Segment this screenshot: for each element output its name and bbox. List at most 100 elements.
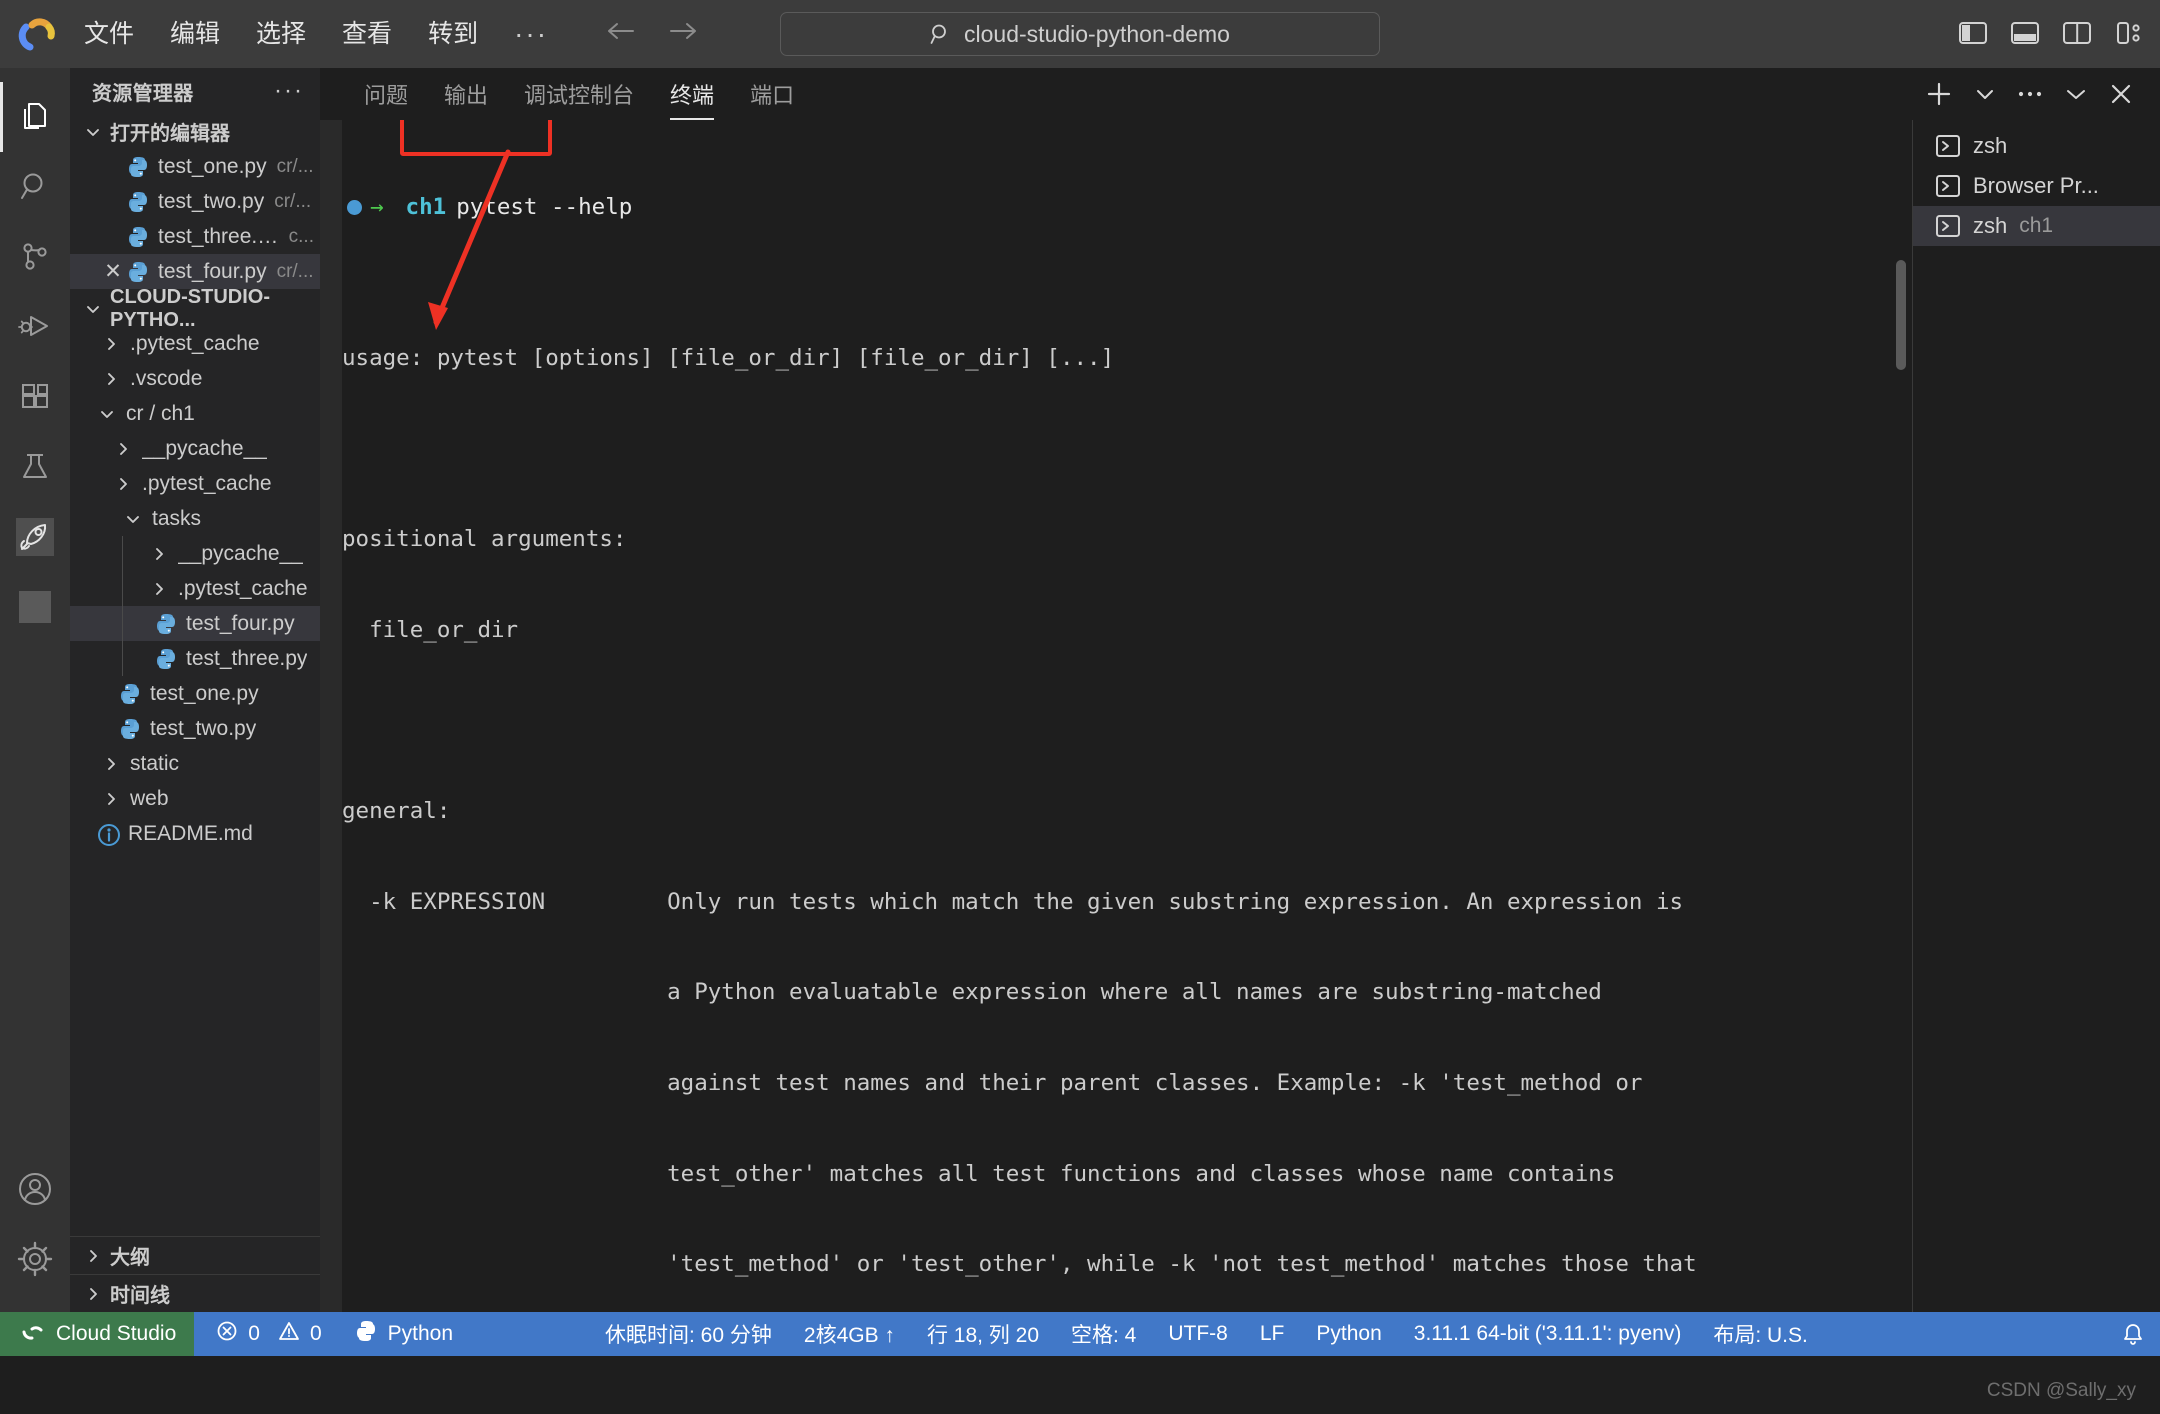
terminal-tab-zsh-ch1[interactable]: zsh ch1 — [1913, 206, 2160, 246]
tree-item-test-three-py[interactable]: test_three.py — [70, 641, 320, 676]
status-language-mode[interactable]: Python — [1300, 1312, 1397, 1356]
open-editors-section-header[interactable]: 打开的编辑器 — [70, 114, 320, 149]
panel-action-bar — [1924, 79, 2160, 109]
tree-item-label: test_four.py — [186, 611, 295, 635]
command-search-bar[interactable]: cloud-studio-python-demo — [780, 12, 1380, 56]
terminal-tab-browser-preview[interactable]: Browser Pr... — [1913, 166, 2160, 206]
status-problems[interactable]: 0 0 — [194, 1312, 337, 1356]
tree-item-test-four-py[interactable]: test_four.py — [70, 606, 320, 641]
panel-tab-bar: 问题 输出 调试控制台 终端 端口 — [320, 68, 2160, 120]
status-interpreter[interactable]: Python — [338, 1312, 469, 1356]
open-editor-path: cr/... — [274, 190, 312, 212]
activity-item-accounts[interactable] — [0, 1154, 70, 1224]
activity-item-deploy[interactable] — [0, 502, 70, 572]
tree-item-web[interactable]: web — [70, 781, 320, 816]
customize-layout-icon[interactable] — [2114, 20, 2144, 48]
tab-terminal[interactable]: 终端 — [652, 68, 732, 120]
toggle-primary-sidebar-icon[interactable] — [1958, 20, 1988, 48]
sidebar-item-timeline[interactable]: 时间线 — [70, 1274, 320, 1312]
open-editor-item-test-three[interactable]: test_three.py c... — [70, 219, 320, 254]
chevron-right-icon — [100, 371, 122, 387]
status-eol[interactable]: LF — [1244, 1312, 1301, 1356]
status-notifications[interactable] — [2106, 1312, 2160, 1356]
tree-item-static[interactable]: static — [70, 746, 320, 781]
menu-bar: 文件 编辑 选择 查看 转到 ··· — [80, 16, 552, 53]
tree-item-vscode[interactable]: .vscode — [70, 361, 320, 396]
status-encoding[interactable]: UTF-8 — [1152, 1312, 1244, 1356]
terminal-output[interactable]: → ch1 pytest --help usage: pytest [optio… — [320, 120, 1912, 1312]
new-terminal-icon[interactable] — [1924, 79, 1954, 109]
workspace-section-header[interactable]: CLOUD-STUDIO-PYTHO... — [70, 286, 320, 331]
python-icon — [126, 155, 150, 179]
activity-item-search[interactable] — [0, 152, 70, 222]
activity-item-source-control[interactable] — [0, 222, 70, 292]
menu-edit[interactable]: 编辑 — [166, 16, 224, 53]
python-icon — [126, 190, 150, 214]
activity-item-testing[interactable] — [0, 432, 70, 502]
terminal-tab-zsh-1[interactable]: zsh — [1913, 126, 2160, 166]
python-icon — [126, 225, 150, 249]
beaker-icon — [18, 450, 52, 484]
tree-item-tasks-pycache[interactable]: __pycache__ — [70, 536, 320, 571]
chevron-down-icon — [122, 511, 144, 527]
tree-item-tasks-pytest-cache[interactable]: .pytest_cache — [70, 571, 320, 606]
terminal-icon — [1935, 134, 1961, 158]
terminal-tab-name: zsh — [1973, 213, 2008, 238]
explorer-more-icon[interactable]: ··· — [274, 77, 304, 105]
open-editor-item-test-one[interactable]: test_one.py cr/... — [70, 149, 320, 184]
account-icon — [17, 1171, 53, 1207]
menu-view[interactable]: 查看 — [338, 16, 396, 53]
new-terminal-dropdown-icon[interactable] — [1974, 83, 1996, 105]
tree-item-label: tasks — [152, 506, 202, 530]
tree-item-readme[interactable]: README.md — [70, 816, 320, 851]
status-cursor-label: 行 18, 列 20 — [926, 1324, 1039, 1347]
status-machine-spec[interactable]: 2核4GB ↑ — [788, 1312, 911, 1356]
forward-arrow-icon[interactable] — [666, 19, 700, 49]
terminal-scrollbar[interactable] — [1896, 260, 1906, 370]
status-warning-count: 0 — [309, 1322, 322, 1345]
back-arrow-icon[interactable] — [604, 19, 638, 49]
panel-more-icon[interactable] — [2016, 83, 2044, 105]
menu-file[interactable]: 文件 — [80, 16, 138, 53]
open-editor-item-test-two[interactable]: test_two.py cr/... — [70, 184, 320, 219]
square-icon — [17, 589, 53, 625]
activity-item-run-and-debug[interactable] — [0, 292, 70, 362]
menu-more-icon[interactable]: ··· — [510, 18, 552, 50]
open-editor-item-test-four[interactable]: ✕ test_four.py cr/... — [70, 254, 320, 289]
tree-item-test-two-py[interactable]: test_two.py — [70, 711, 320, 746]
chevron-right-icon — [82, 1248, 104, 1264]
tree-item-label: test_one.py — [150, 681, 259, 705]
status-cursor-position[interactable]: 行 18, 列 20 — [911, 1312, 1055, 1356]
tree-item-test-one-py[interactable]: test_one.py — [70, 676, 320, 711]
hide-panel-icon[interactable] — [2064, 83, 2088, 105]
activity-item-explorer[interactable] — [0, 82, 70, 152]
status-python-version[interactable]: 3.11.1 64-bit ('3.11.1': pyenv) — [1398, 1312, 1698, 1356]
tree-item-pycache[interactable]: __pycache__ — [70, 431, 320, 466]
activity-item-settings[interactable] — [0, 1224, 70, 1294]
status-keyboard-layout[interactable]: 布局: U.S. — [1697, 1312, 1824, 1356]
tab-ports[interactable]: 端口 — [732, 68, 812, 120]
tree-item-pytest-cache-nested[interactable]: .pytest_cache — [70, 466, 320, 501]
tab-problems[interactable]: 问题 — [346, 68, 426, 120]
close-panel-icon[interactable] — [2108, 81, 2134, 107]
status-sleep-time[interactable]: 休眠时间: 60 分钟 — [589, 1312, 788, 1356]
activity-item-square[interactable] — [0, 572, 70, 642]
terminal-tab-name: Browser Pr... — [1973, 173, 2099, 198]
menu-go[interactable]: 转到 — [424, 16, 482, 53]
tree-item-tasks[interactable]: tasks — [70, 501, 320, 536]
menu-selection[interactable]: 选择 — [252, 16, 310, 53]
status-brand[interactable]: Cloud Studio — [0, 1312, 195, 1356]
sidebar-item-outline[interactable]: 大纲 — [70, 1236, 320, 1274]
tree-item-cr-ch1[interactable]: cr / ch1 — [70, 396, 320, 431]
open-editor-name: test_four.py — [158, 259, 267, 283]
status-indentation[interactable]: 空格: 4 — [1055, 1312, 1152, 1356]
tree-item-label: .pytest_cache — [130, 331, 260, 355]
tree-item-pytest-cache[interactable]: .pytest_cache — [70, 326, 320, 361]
toggle-secondary-sidebar-icon[interactable] — [2062, 20, 2092, 48]
toggle-panel-icon[interactable] — [2010, 20, 2040, 48]
tab-debug-console[interactable]: 调试控制台 — [506, 68, 652, 120]
close-icon[interactable]: ✕ — [100, 259, 126, 284]
tab-output[interactable]: 输出 — [426, 68, 506, 120]
activity-item-extensions[interactable] — [0, 362, 70, 432]
